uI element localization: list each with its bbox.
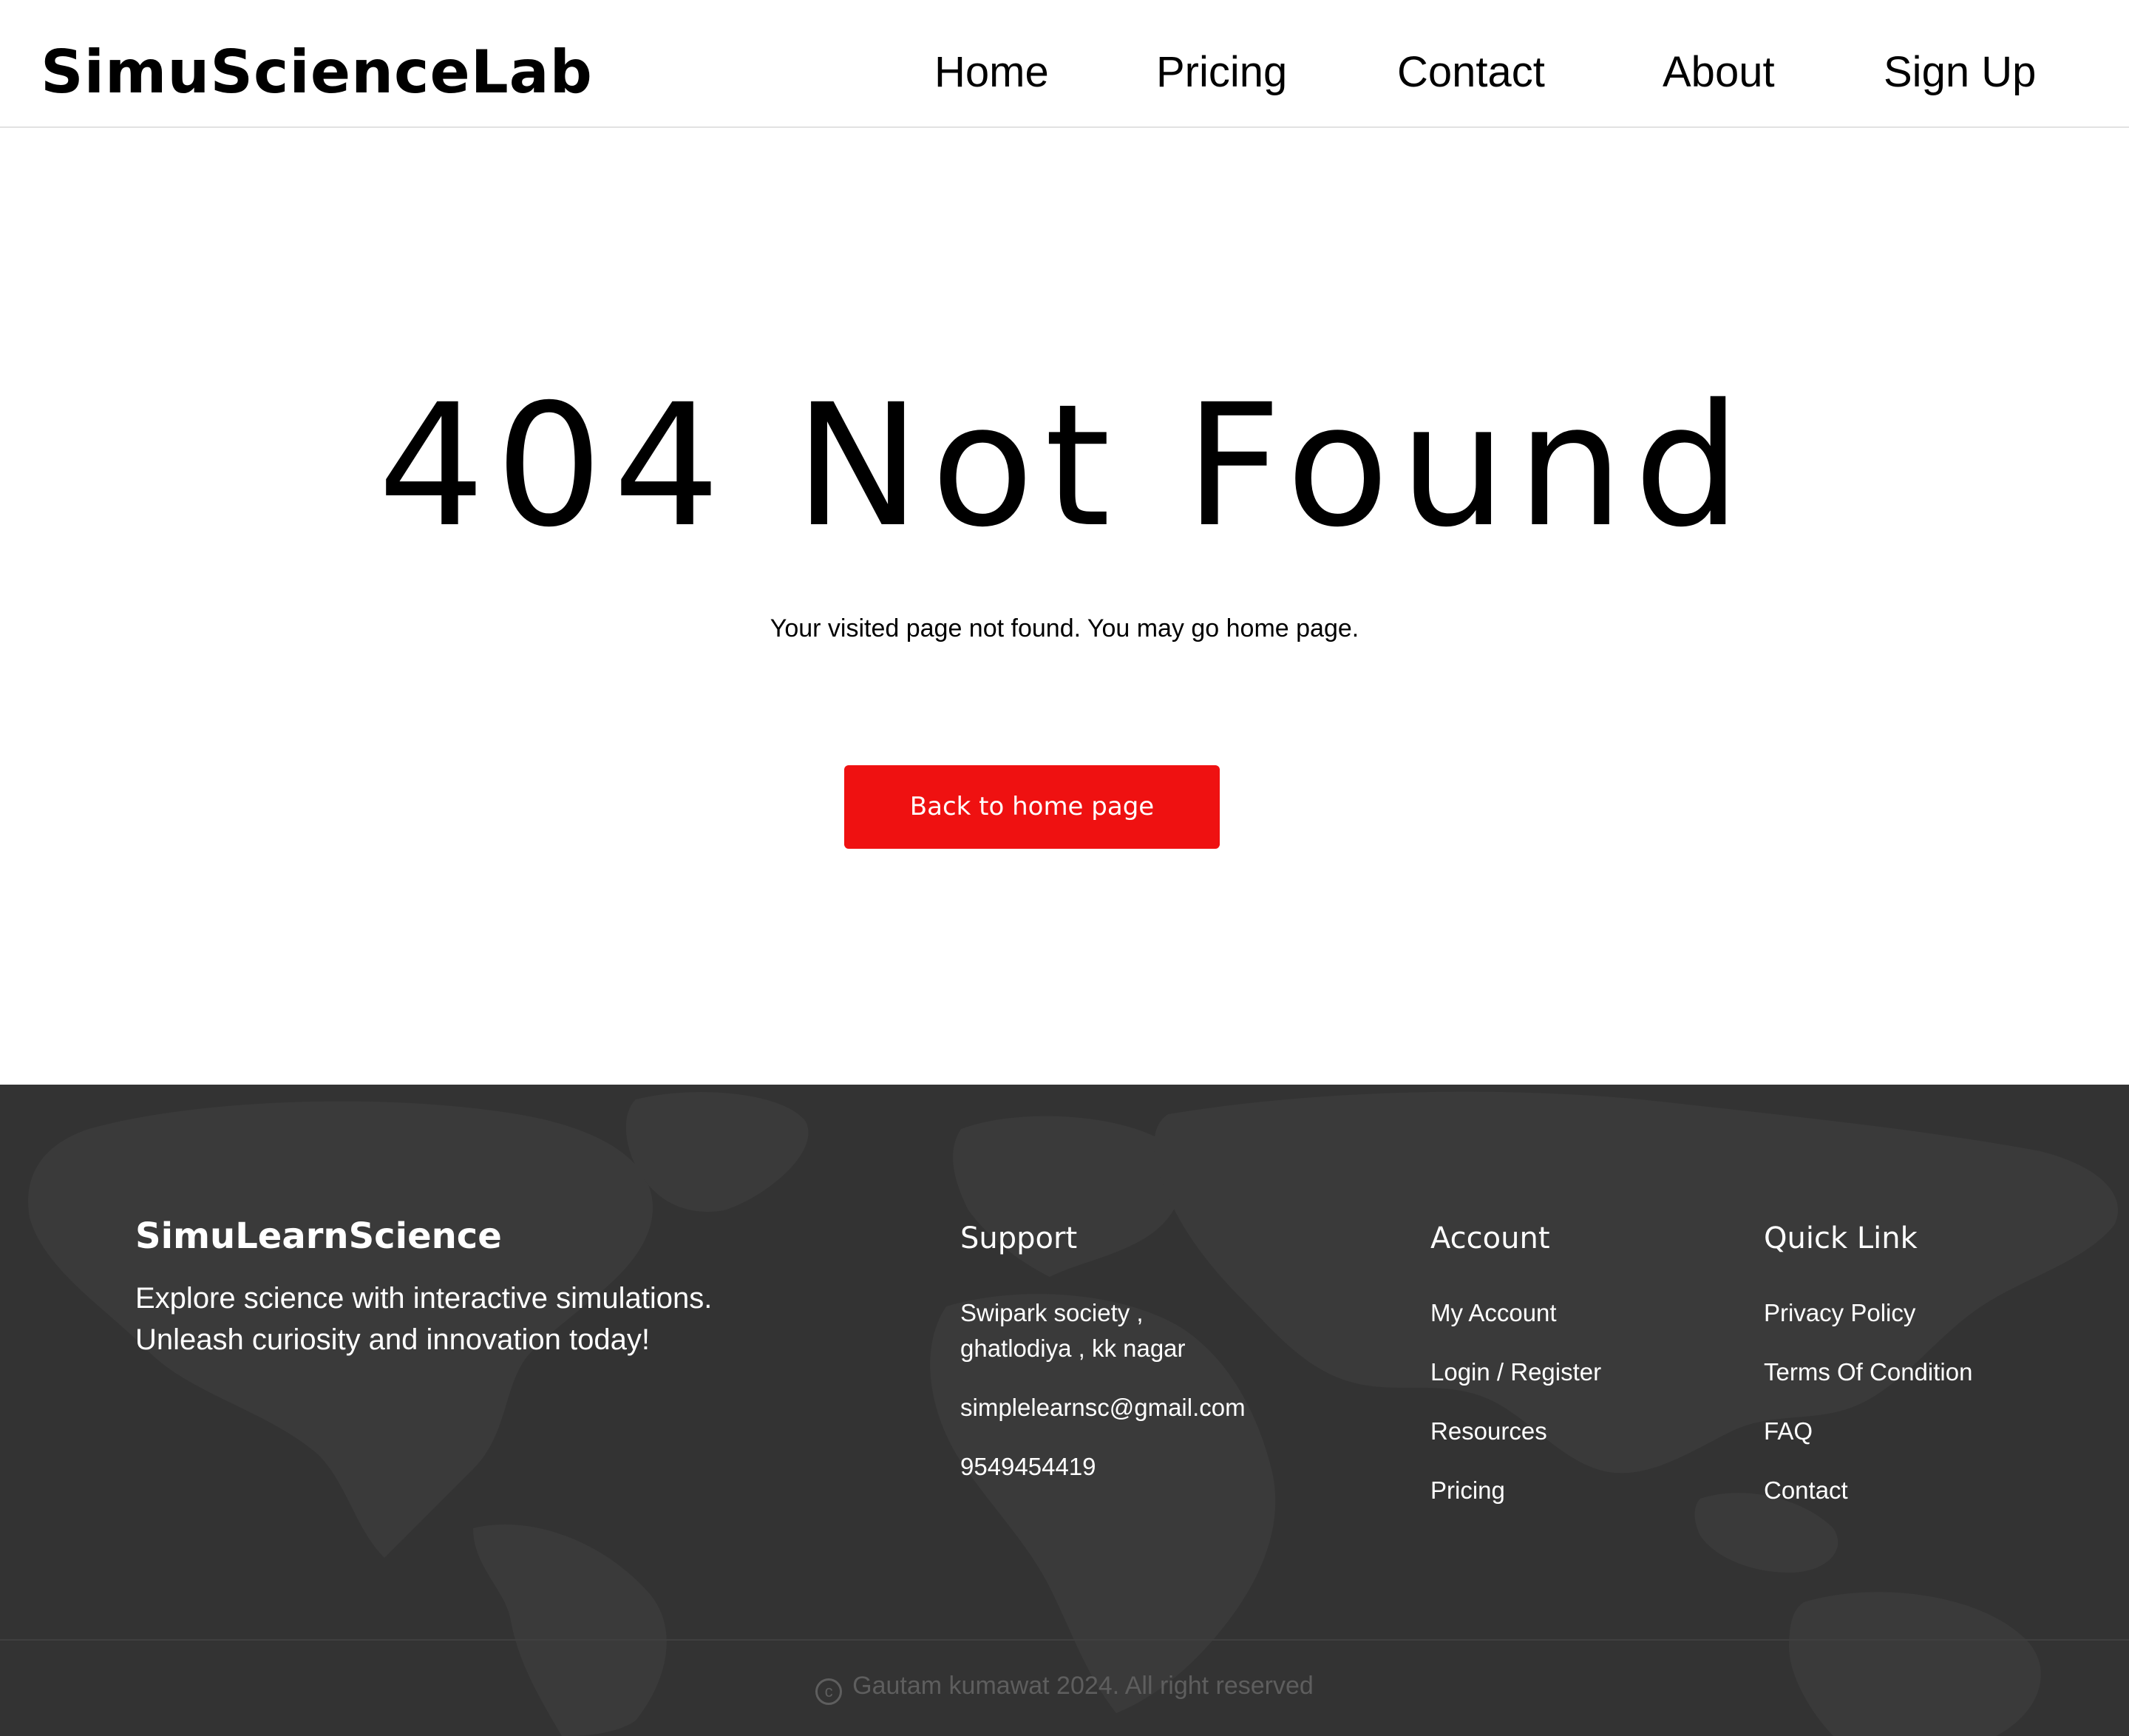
footer-brand: SimuLearnScience [135,1215,502,1257]
quick-link-faq[interactable]: FAQ [1764,1414,1813,1448]
quick-link-heading: Quick Link [1764,1221,1918,1255]
error-title: 404 Not Found [378,367,1751,564]
error-subtitle: Your visited page not found. You may go … [770,614,1359,642]
main-nav: Home Pricing Contact About Sign Up [0,0,2129,128]
nav-signup-link[interactable]: Sign Up [1884,43,2036,102]
site-header: SimuScienceLab Home Pricing Contact Abou… [0,0,2129,128]
copyright-text: Gautam kumawat 2024. All right reserved [852,1672,1314,1700]
nav-pricing-link[interactable]: Pricing [1156,43,1287,102]
site-footer: SimuLearnScience Explore science with in… [0,1085,2129,1736]
page: SimuScienceLab Home Pricing Contact Abou… [0,0,2129,1736]
quick-link-terms[interactable]: Terms Of Condition [1764,1355,1972,1389]
support-email-link[interactable]: simplelearnsc@gmail.com [960,1391,1246,1425]
nav-contact-link[interactable]: Contact [1397,43,1545,102]
account-resources-link[interactable]: Resources [1430,1414,1547,1448]
copyright-icon: c [815,1678,843,1705]
account-heading: Account [1430,1221,1550,1255]
nav-about-link[interactable]: About [1663,43,1775,102]
support-address-line1: Swipark society , [960,1299,1144,1326]
account-my-account-link[interactable]: My Account [1430,1296,1557,1330]
copyright-bar: c Gautam kumawat 2024. All right reserved [0,1667,2129,1705]
footer-divider [0,1639,2129,1641]
quick-link-contact[interactable]: Contact [1764,1474,1848,1508]
support-address-line2: ghatlodiya , kk nagar [960,1335,1186,1362]
footer-tagline-line1: Explore science with interactive simulat… [135,1282,713,1315]
account-login-register-link[interactable]: Login / Register [1430,1355,1601,1389]
account-pricing-link[interactable]: Pricing [1430,1474,1505,1508]
footer-tagline-line2: Unleash curiosity and innovation today! [135,1323,650,1356]
quick-link-privacy-policy[interactable]: Privacy Policy [1764,1296,1915,1330]
support-phone-link[interactable]: 9549454419 [960,1450,1096,1484]
nav-home-link[interactable]: Home [934,43,1049,102]
back-to-home-button[interactable]: Back to home page [844,765,1220,849]
support-heading: Support [960,1221,1078,1255]
